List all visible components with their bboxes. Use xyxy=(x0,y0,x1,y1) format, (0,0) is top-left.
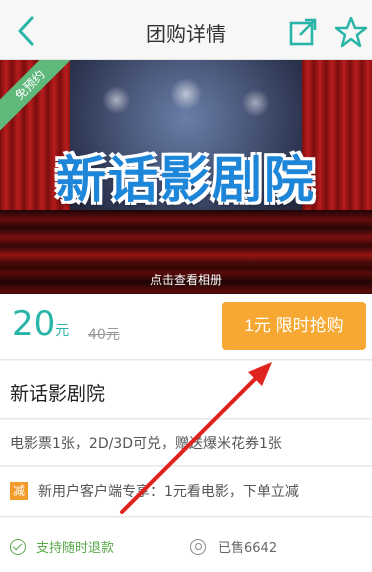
deal-name-row: 新话影剧院 xyxy=(0,361,372,419)
refund-support: 支持随时退款 xyxy=(10,537,114,556)
deal-name: 新话影剧院 xyxy=(10,383,106,405)
meta-row: 支持随时退款 已售6642 xyxy=(0,518,372,572)
price-unit: 元 xyxy=(55,323,70,339)
user-circle-icon xyxy=(190,539,206,555)
refund-label: 支持随时退款 xyxy=(36,541,115,556)
promo-text: 新用户客户端专享：1元看电影，下单立减 xyxy=(38,484,299,500)
price-bar: 20元 40元 1元 限时抢购 xyxy=(0,294,372,360)
top-nav-bar: 团购详情 xyxy=(0,0,372,60)
deal-description-row: 电影票1张，2D/3D可兑，赠送爆米花券1张 xyxy=(0,420,372,466)
banner-title: 新话影剧院 xyxy=(56,151,316,209)
deal-description: 电影票1张，2D/3D可兑，赠送爆米花券1张 xyxy=(10,436,282,452)
stage-lights xyxy=(70,70,302,130)
promo-row[interactable]: 减 新用户客户端专享：1元看电影，下单立减 xyxy=(0,467,372,517)
sold-count: 已售6642 xyxy=(190,537,277,556)
star-outline-icon[interactable] xyxy=(334,15,368,49)
check-circle-icon xyxy=(10,539,26,555)
flash-buy-button[interactable]: 1元 限时抢购 xyxy=(222,302,366,350)
original-price: 40元 xyxy=(88,327,120,343)
view-album-caption[interactable]: 点击查看相册 xyxy=(0,266,372,294)
current-price: 20元 xyxy=(12,304,69,344)
discount-badge: 减 xyxy=(10,482,28,500)
price-number: 20 xyxy=(12,304,56,344)
share-external-icon[interactable] xyxy=(288,17,318,47)
photo-banner[interactable]: 免预约 新话影剧院 点击查看相册 xyxy=(0,60,372,294)
sold-label: 已售6642 xyxy=(218,541,278,556)
